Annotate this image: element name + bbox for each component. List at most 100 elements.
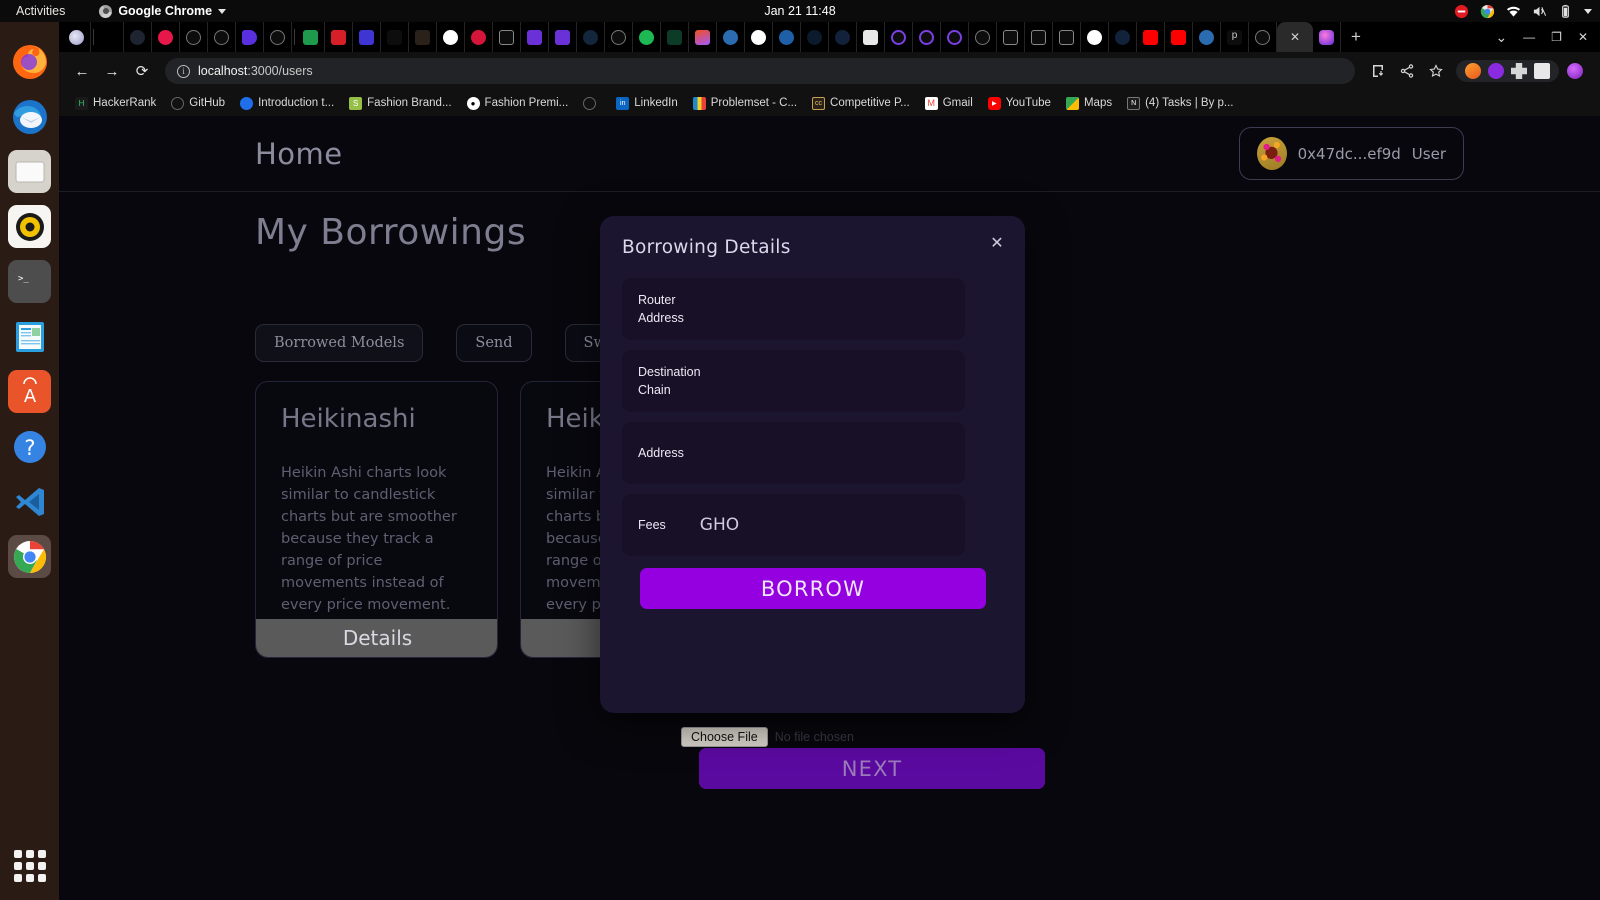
tab[interactable] [1109, 22, 1137, 52]
bookmark-hackerrank[interactable]: H HackerRank [69, 94, 162, 113]
user-account-pill[interactable]: 0x47dc...ef9d User [1238, 127, 1464, 180]
tab[interactable] [689, 22, 717, 52]
app-menu[interactable]: Google Chrome [99, 4, 227, 18]
bookmark-gmail[interactable]: M Gmail [919, 94, 979, 113]
field-address[interactable]: Address [622, 422, 965, 484]
bookmark-introduction[interactable]: Introduction t... [234, 94, 340, 113]
tab[interactable] [1313, 22, 1341, 52]
bookmark-maps[interactable]: Maps [1060, 94, 1118, 113]
tab[interactable] [1025, 22, 1053, 52]
dock-item-app-center[interactable]: A [8, 370, 51, 413]
dock-item-files[interactable] [8, 150, 51, 193]
tab[interactable] [1249, 22, 1277, 52]
tab[interactable] [381, 22, 409, 52]
tab[interactable] [857, 22, 885, 52]
tab[interactable] [63, 22, 91, 52]
share-icon[interactable] [1394, 58, 1420, 84]
clock[interactable]: Jan 21 11:48 [764, 4, 835, 18]
bookmark-linkedin[interactable]: in LinkedIn [610, 94, 683, 113]
tab[interactable] [885, 22, 913, 52]
back-button[interactable]: ← [69, 58, 95, 84]
bookmark-tasks[interactable]: N (4) Tasks | By p... [1121, 94, 1239, 113]
dock-item-vscode[interactable] [8, 480, 51, 523]
profile-avatar-icon[interactable] [1567, 63, 1583, 79]
bookmark-youtube[interactable]: ▶ YouTube [982, 94, 1057, 113]
install-app-icon[interactable] [1365, 58, 1391, 84]
dock-item-libreoffice-writer[interactable] [8, 315, 51, 358]
tab[interactable] [96, 22, 124, 52]
tab[interactable] [493, 22, 521, 52]
tab[interactable] [236, 22, 264, 52]
maximize-button[interactable]: ❐ [1551, 30, 1562, 44]
tab[interactable] [437, 22, 465, 52]
field-destination-chain[interactable]: Destination Chain [622, 350, 965, 412]
tab[interactable] [633, 22, 661, 52]
system-tray[interactable] [1454, 4, 1592, 19]
tab[interactable] [1193, 22, 1221, 52]
tab[interactable] [997, 22, 1025, 52]
site-info-icon[interactable]: i [177, 64, 190, 78]
dock-item-chrome[interactable] [8, 535, 51, 578]
tab[interactable] [605, 22, 633, 52]
close-window-button[interactable]: ✕ [1578, 30, 1588, 44]
tab[interactable] [124, 22, 152, 52]
tab-close-icon[interactable]: ✕ [1290, 30, 1300, 44]
tab-search-icon[interactable]: ⌄ [1495, 29, 1507, 46]
bookmark-github[interactable]: GitHub [165, 94, 231, 113]
dock-item-rhythmbox[interactable] [8, 205, 51, 248]
dock-item-firefox[interactable] [8, 40, 51, 83]
tab[interactable] [208, 22, 236, 52]
tab[interactable] [152, 22, 180, 52]
bookmark-star-icon[interactable] [1423, 58, 1449, 84]
dock-item-help[interactable]: ? [8, 425, 51, 468]
tab[interactable] [1137, 22, 1165, 52]
tab[interactable] [465, 22, 493, 52]
bookmark-github-2[interactable] [577, 94, 607, 113]
close-icon[interactable]: ✕ [986, 232, 1008, 254]
tab[interactable] [1053, 22, 1081, 52]
forward-button[interactable]: → [99, 58, 125, 84]
borrow-button[interactable]: BORROW [640, 568, 986, 609]
tab[interactable] [297, 22, 325, 52]
activities-button[interactable]: Activities [10, 4, 71, 18]
tab[interactable]: p [1221, 22, 1249, 52]
bookmark-fashion-premium[interactable]: ● Fashion Premi... [461, 94, 575, 113]
tab-borrowed-models[interactable]: Borrowed Models [255, 324, 424, 362]
tab[interactable] [941, 22, 969, 52]
tab[interactable] [521, 22, 549, 52]
firefox-ext-icon[interactable] [1465, 63, 1481, 79]
tab[interactable] [745, 22, 773, 52]
purple-ext-icon[interactable] [1488, 63, 1504, 79]
tab[interactable] [409, 22, 437, 52]
tab[interactable] [264, 22, 292, 52]
tab[interactable] [717, 22, 745, 52]
tab[interactable] [801, 22, 829, 52]
tab[interactable] [829, 22, 857, 52]
show-applications-button[interactable] [14, 850, 46, 882]
tab[interactable] [913, 22, 941, 52]
extensions-puzzle-icon[interactable] [1511, 63, 1527, 79]
tab[interactable] [1081, 22, 1109, 52]
tab[interactable] [325, 22, 353, 52]
field-fees[interactable]: Fees GHO [622, 494, 965, 556]
field-router-address[interactable]: Router Address [622, 278, 965, 340]
new-tab-button[interactable]: + [1341, 22, 1371, 52]
dock-item-thunderbird[interactable] [8, 95, 51, 138]
address-bar[interactable]: i localhost:3000/users [165, 58, 1355, 84]
dock-item-terminal[interactable]: >_ [8, 260, 51, 303]
file-upload-row[interactable]: Choose File No file chosen [681, 727, 854, 747]
reload-button[interactable]: ⟳ [129, 58, 155, 84]
home-link[interactable]: Home [255, 137, 343, 171]
choose-file-button[interactable]: Choose File [681, 727, 768, 747]
bookmark-fashion-brand[interactable]: S Fashion Brand... [343, 94, 457, 113]
tab[interactable] [353, 22, 381, 52]
tab[interactable] [773, 22, 801, 52]
tab[interactable] [549, 22, 577, 52]
tab[interactable] [661, 22, 689, 52]
tab[interactable] [969, 22, 997, 52]
chevron-down-icon[interactable] [1584, 8, 1592, 14]
tab-send[interactable]: Send [456, 324, 532, 362]
sidepanel-icon[interactable] [1534, 63, 1550, 79]
tab[interactable] [1165, 22, 1193, 52]
tab-active[interactable]: ✕ [1277, 22, 1313, 52]
